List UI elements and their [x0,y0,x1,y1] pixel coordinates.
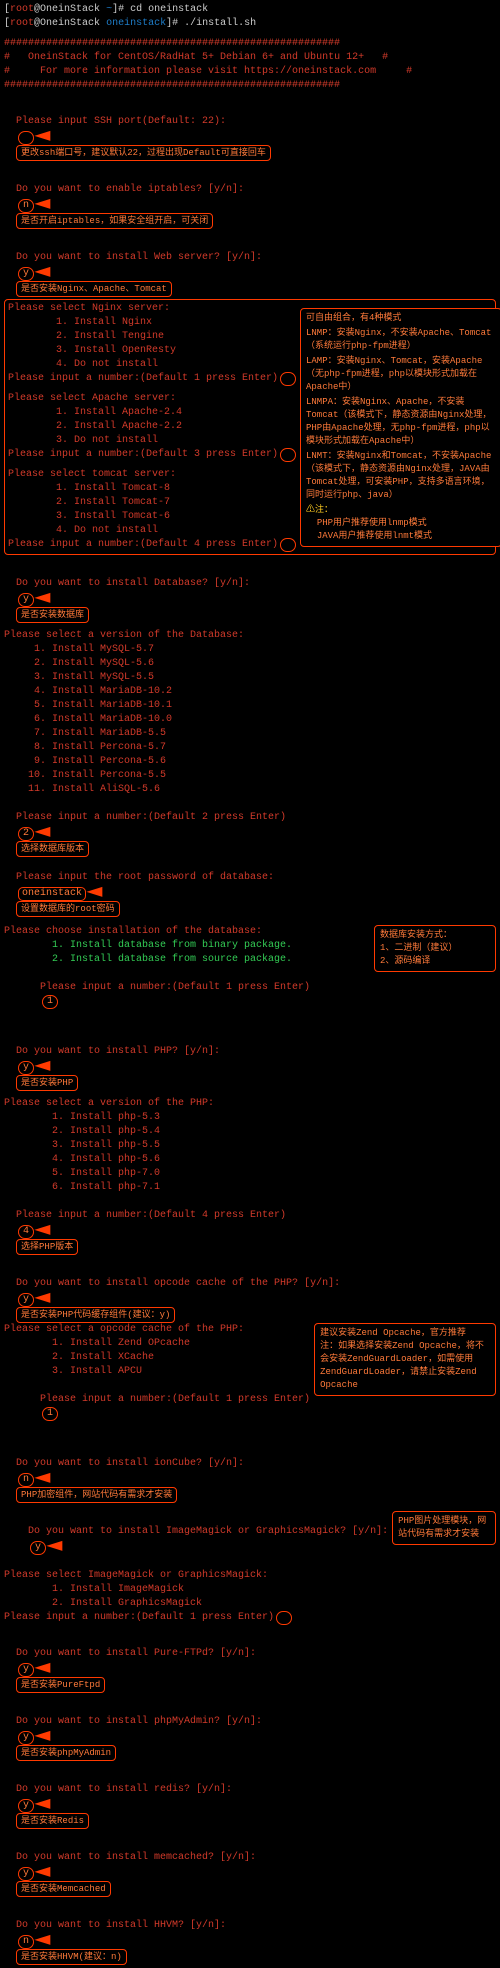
q-iptables: Do you want to enable iptables? [y/n]: n… [4,169,496,229]
db-select: Please input a number:(Default 2 press E… [4,797,496,857]
php-select: Please input a number:(Default 4 press E… [4,1195,496,1255]
banner-title: # OneinStack for CentOS/RadHat 5+ Debian… [4,51,496,65]
db-rootpw: Please input the root password of databa… [4,857,496,917]
shell-prompt-2: [root@OneinStack oneinstack]# ./install.… [4,17,496,31]
q-hhvm: Do you want to install HHVM? [y/n]: n◀ 是… [4,1905,496,1965]
q-redis: Do you want to install redis? [y/n]: y◀ … [4,1769,496,1829]
db-inst-select: Please input a number:(Default 1 press E… [4,967,370,1023]
shell-prompt-1: [root@OneinStack ~]# cd oneinstack [4,3,496,17]
q-ioncube: Do you want to install ionCube? [y/n]: n… [4,1443,496,1503]
banner-line: ########################################… [4,37,496,51]
q-memcached: Do you want to install memcached? [y/n]:… [4,1837,496,1897]
q-ftp: Do you want to install Pure-FTPd? [y/n]:… [4,1633,496,1693]
q-pma: Do you want to install phpMyAdmin? [y/n]… [4,1701,496,1761]
magick-note: PHP图片处理模块，网站代码有需求才安装 [392,1511,496,1545]
q-opcache: Do you want to install opcode cache of t… [4,1263,496,1323]
db-opt: 1. Install MySQL-5.7 [4,643,496,657]
opcache-note: 建议安装Zend Opcache，官方推荐 注：如果选择安装Zend Opcac… [314,1323,496,1396]
q-web: Do you want to install Web server? [y/n]… [4,237,496,297]
q-db: Do you want to install Database? [y/n]: … [4,563,496,623]
q-php: Do you want to install PHP? [y/n]: y◀ 是否… [4,1031,496,1091]
db-install-note: 数据库安装方式： 1、二进制（建议） 2、源码编译 [374,925,496,972]
q-ssh: Please input SSH port(Default: 22): ◀ 更改… [4,101,496,161]
q-magick: Do you want to install ImageMagick or Gr… [4,1511,388,1569]
banner-info: # For more information please visit http… [4,65,496,79]
web-server-block: Please select Nginx server: 1. Install N… [4,299,496,555]
web-mode-note: 可自由组合，有4种模式 LNMP：安装Nginx，不安装Apache、Tomca… [300,308,500,547]
opcache-select: Please input a number:(Default 1 press E… [4,1379,310,1435]
